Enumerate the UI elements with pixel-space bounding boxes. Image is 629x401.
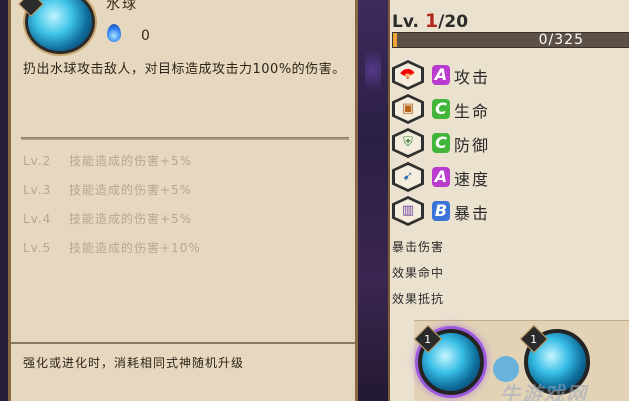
level-prefix: Lv. bbox=[392, 12, 419, 32]
stat-name: 生命 bbox=[454, 102, 491, 121]
upgrade-note: 强化或进化时，消耗相同式神随机升级 bbox=[23, 356, 245, 370]
stat-name: 攻击 bbox=[454, 68, 491, 87]
material-slot-selected[interactable]: 1 bbox=[413, 324, 484, 395]
stats-panel: Lv. 1/20 0/325 🪭 A 攻击 ▣ C 生命 ⛨ C 防御 ➹ A … bbox=[388, 0, 629, 401]
level-label: Lv.5 bbox=[23, 241, 52, 255]
stat-name: 暴击 bbox=[454, 204, 491, 223]
background-gap bbox=[357, 0, 390, 401]
mana-flame-icon bbox=[107, 24, 121, 42]
stat-row-defense[interactable]: ⛨ C 防御 bbox=[392, 128, 622, 158]
grade-badge: A bbox=[432, 167, 450, 187]
grade-badge: B bbox=[432, 201, 450, 221]
skill-description: 扔出水球攻击敌人，对目标造成攻击力100%的伤害。 bbox=[23, 62, 346, 77]
level-current: 1 bbox=[424, 10, 439, 32]
level-effect: 技能造成的伤害+5% bbox=[69, 154, 193, 168]
grade-badge: A bbox=[432, 65, 450, 85]
grade-badge: C bbox=[432, 99, 450, 119]
level-max: /20 bbox=[438, 12, 469, 32]
slot-badge: 1 bbox=[413, 324, 443, 354]
stat-name: 防御 bbox=[454, 136, 491, 155]
level-effect: 技能造成的伤害+5% bbox=[69, 183, 193, 197]
watermark: 牛游戏网 bbox=[500, 382, 588, 401]
grade-badge: C bbox=[432, 133, 450, 153]
sub-stat-effect-resist: 效果抵抗 bbox=[392, 292, 445, 306]
skill-name: 水球 bbox=[106, 0, 138, 13]
stat-row-critical[interactable]: ▥ B 暴击 bbox=[392, 196, 622, 226]
level-label: Lv.3 bbox=[23, 183, 52, 197]
level-label: Lv.4 bbox=[23, 212, 52, 226]
level-upgrade-list: Lv.2 技能造成的伤害+5% Lv.3 技能造成的伤害+5% Lv.4 技能造成的伤… bbox=[23, 150, 343, 266]
exp-bar bbox=[392, 32, 629, 48]
level-effect: 技能造成的伤害+5% bbox=[69, 212, 193, 226]
stat-row-speed[interactable]: ➹ A 速度 bbox=[392, 162, 622, 192]
stat-row-attack[interactable]: 🪭 A 攻击 bbox=[392, 60, 622, 90]
slot-badge: 1 bbox=[519, 324, 549, 354]
skill-detail-panel: 水球 0 扔出水球攻击敌人，对目标造成攻击力100%的伤害。 Lv.2 技能造成的… bbox=[8, 0, 358, 401]
level-row: Lv.5 技能造成的伤害+10% bbox=[23, 237, 343, 266]
exp-bar-fill bbox=[393, 33, 397, 47]
level-row: Lv.3 技能造成的伤害+5% bbox=[23, 179, 343, 208]
sub-stat-effect-hit: 效果命中 bbox=[392, 266, 445, 280]
scroll-critical-icon: ▥ bbox=[392, 196, 424, 226]
level-row: Lv.2 技能造成的伤害+5% bbox=[23, 150, 343, 179]
scroll-icon: ▣ bbox=[392, 94, 424, 124]
level-display: Lv. 1/20 bbox=[392, 10, 468, 32]
skill-level-badge-icon bbox=[18, 0, 44, 17]
level-effect: 技能造成的伤害+10% bbox=[69, 241, 201, 255]
sub-stat-crit-damage: 暴击伤害 bbox=[392, 240, 445, 254]
armor-icon: ⛨ bbox=[392, 128, 424, 158]
skill-icon bbox=[18, 0, 95, 54]
stat-name: 速度 bbox=[454, 170, 491, 189]
divider bbox=[11, 342, 355, 344]
level-label: Lv.2 bbox=[23, 154, 52, 168]
mana-cost: 0 bbox=[141, 28, 150, 44]
fan-icon: 🪭 bbox=[392, 60, 424, 90]
divider bbox=[21, 137, 349, 140]
stat-row-hp[interactable]: ▣ C 生命 bbox=[392, 94, 622, 124]
level-row: Lv.4 技能造成的伤害+5% bbox=[23, 208, 343, 237]
exp-text: 0/325 bbox=[538, 32, 584, 48]
boot-icon: ➹ bbox=[392, 162, 424, 192]
